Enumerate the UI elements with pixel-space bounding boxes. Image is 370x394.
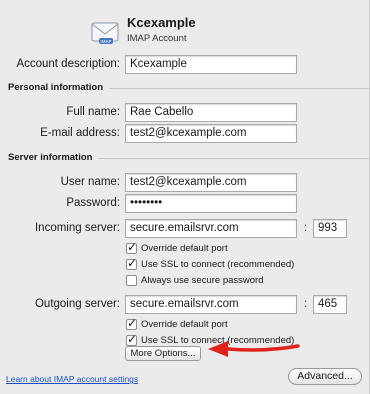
outgoing-port-separator: : xyxy=(304,298,308,310)
email-address-field[interactable]: test2@kcexample.com xyxy=(125,124,297,143)
incoming-ssl-checkbox[interactable]: Use SSL to connect (recommended) xyxy=(126,256,295,271)
password-field[interactable]: •••••••• xyxy=(125,194,297,213)
account-settings-panel: IMAP Kcexample IMAP Account Account desc… xyxy=(0,0,370,394)
outgoing-override-port-checkbox[interactable]: Override default port xyxy=(126,316,228,331)
account-description-label: Account description: xyxy=(16,58,120,70)
incoming-override-port-checkbox[interactable]: Override default port xyxy=(126,240,228,255)
incoming-server-label: Incoming server: xyxy=(34,222,120,234)
checkbox-checked-icon xyxy=(126,240,137,254)
personal-info-heading: Personal information xyxy=(8,82,110,93)
incoming-server-field[interactable]: secure.emailsrvr.com xyxy=(125,219,297,238)
incoming-ssl-label: Use SSL to connect (recommended) xyxy=(141,258,295,270)
incoming-override-port-label: Override default port xyxy=(141,242,228,254)
learn-imap-settings-link[interactable]: Learn about IMAP account settings xyxy=(6,374,138,384)
full-name-label: Full name: xyxy=(66,106,120,118)
more-options-button[interactable]: More Options... xyxy=(125,346,201,361)
outgoing-port-field[interactable]: 465 xyxy=(313,295,347,314)
envelope-imap-icon: IMAP xyxy=(91,22,119,44)
account-description-field[interactable]: Kcexample xyxy=(125,55,297,74)
personal-info-section: Personal information xyxy=(8,82,369,94)
outgoing-server-label: Outgoing server: xyxy=(34,298,120,310)
account-type-label: IMAP Account xyxy=(127,33,187,44)
outgoing-override-port-label: Override default port xyxy=(141,318,228,330)
full-name-field[interactable]: Rae Cabello xyxy=(125,103,297,122)
secure-password-label: Always use secure password xyxy=(141,274,264,286)
email-address-label: E-mail address: xyxy=(40,127,120,139)
user-name-label: User name: xyxy=(60,176,120,188)
annotation-arrow-icon xyxy=(208,341,300,357)
checkbox-checked-icon xyxy=(126,256,137,270)
password-label: Password: xyxy=(66,197,120,209)
advanced-button[interactable]: Advanced... xyxy=(288,368,362,385)
checkbox-checked-icon xyxy=(126,332,137,346)
checkbox-checked-icon xyxy=(126,316,137,330)
incoming-port-field[interactable]: 993 xyxy=(313,219,347,238)
outgoing-server-field[interactable]: secure.emailsrvr.com xyxy=(125,295,297,314)
server-info-section: Server information xyxy=(8,152,369,164)
checkbox-unchecked-icon xyxy=(126,274,137,286)
svg-text:IMAP: IMAP xyxy=(100,39,111,44)
secure-password-checkbox[interactable]: Always use secure password xyxy=(126,273,264,287)
user-name-field[interactable]: test2@kcexample.com xyxy=(125,173,297,192)
incoming-port-separator: : xyxy=(304,222,308,234)
server-info-heading: Server information xyxy=(8,152,99,163)
account-name-heading: Kcexample xyxy=(127,15,196,30)
